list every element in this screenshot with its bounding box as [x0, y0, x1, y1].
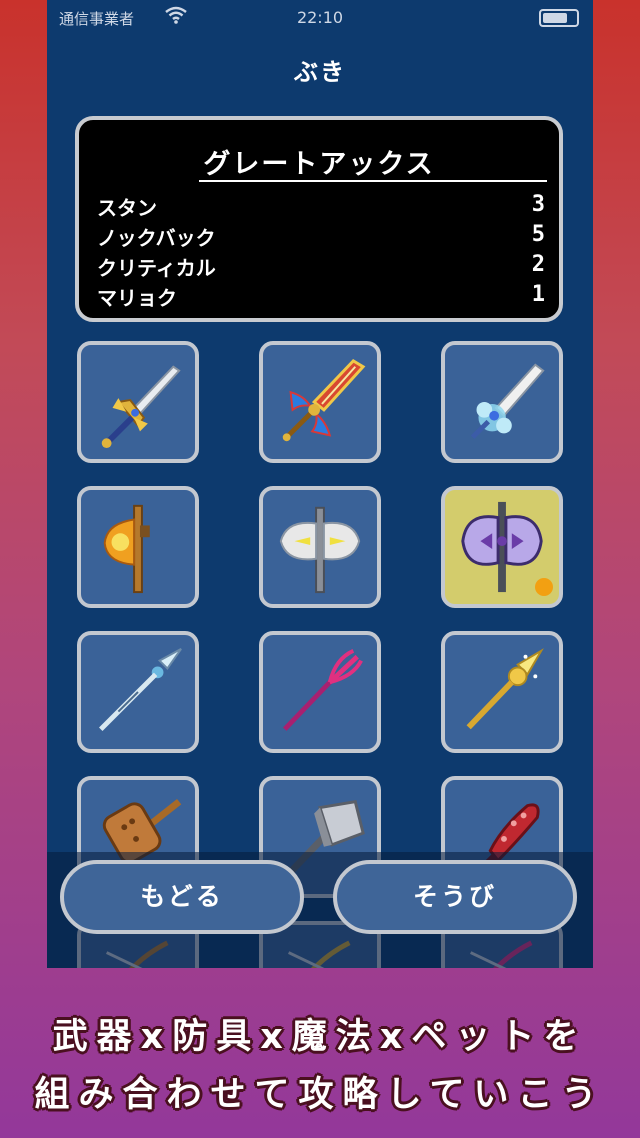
weapon-slot-royal-sword[interactable]	[77, 341, 199, 463]
weapon-slot-trident[interactable]	[259, 631, 381, 753]
weapon-slot-ice-sword[interactable]	[441, 341, 563, 463]
equipped-indicator	[535, 578, 553, 596]
promo-caption-line-2: 組み合わせて攻略していこう	[34, 1075, 606, 1115]
weapon-slot-ice-spear[interactable]	[77, 631, 199, 753]
weapon-slot-fire-axe[interactable]	[77, 486, 199, 608]
back-button[interactable]: もどる	[60, 860, 304, 934]
promo-caption-line-1: 武器x防具x魔法xペットを	[52, 1017, 588, 1057]
golden-spear-icon	[466, 648, 544, 730]
weapon-slot-ornate-sword[interactable]	[259, 341, 381, 463]
silver-battle-axe-icon	[279, 506, 361, 594]
game-screen: 通信事業者 22:10 ぶき グレートアックス スタン 3 ノックバック 5 ク…	[47, 0, 593, 968]
royal-sword-icon	[101, 365, 181, 449]
weapon-grid	[47, 0, 593, 968]
fire-axe-icon	[103, 504, 150, 594]
ice-spear-icon	[99, 648, 182, 731]
trident-icon	[282, 649, 363, 731]
ornate-sword-icon	[282, 358, 366, 442]
ice-sword-icon	[470, 363, 545, 440]
weapon-slot-great-axe[interactable]	[441, 486, 563, 608]
weapon-slot-golden-spear[interactable]	[441, 631, 563, 753]
weapon-slot-silver-battle-axe[interactable]	[259, 486, 381, 608]
equip-button[interactable]: そうび	[333, 860, 577, 934]
